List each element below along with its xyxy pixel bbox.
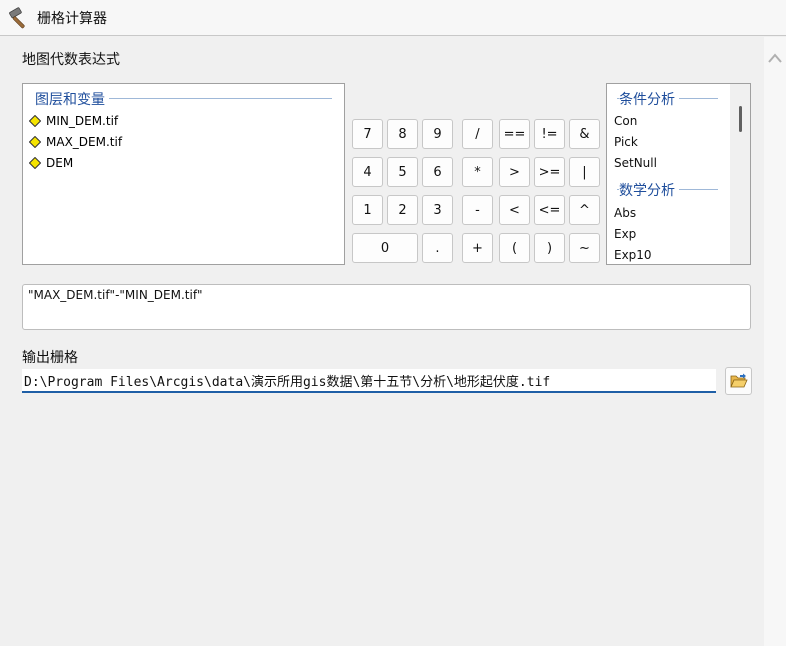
key-less[interactable]: <	[499, 195, 530, 225]
map-algebra-label: 地图代数表达式	[22, 52, 120, 68]
key-xor[interactable]: ^	[569, 195, 600, 225]
chevron-up-icon[interactable]	[767, 51, 783, 65]
key-and[interactable]: &	[569, 119, 600, 149]
layer-item-label: DEM	[46, 156, 74, 170]
math-group-title: 数学分析	[619, 180, 679, 200]
layers-group-title: 图层和变量	[35, 89, 109, 109]
key-minus[interactable]: -	[462, 195, 493, 225]
key-decimal[interactable]: .	[422, 233, 453, 263]
function-exp10[interactable]: Exp10	[614, 248, 652, 262]
key-4[interactable]: 4	[352, 157, 383, 187]
output-raster-input[interactable]	[22, 369, 716, 393]
title-bar: 栅格计算器	[0, 0, 786, 36]
key-multiply[interactable]: *	[462, 157, 493, 187]
layer-item-dem[interactable]: DEM	[29, 154, 73, 172]
key-not[interactable]: ~	[569, 233, 600, 263]
key-open-paren[interactable]: (	[499, 233, 530, 263]
raster-diamond-icon	[29, 157, 41, 169]
key-9[interactable]: 9	[422, 119, 453, 149]
key-5[interactable]: 5	[387, 157, 418, 187]
key-or[interactable]: |	[569, 157, 600, 187]
key-2[interactable]: 2	[387, 195, 418, 225]
raster-diamond-icon	[29, 136, 41, 148]
key-equal[interactable]: ==	[499, 119, 530, 149]
function-con[interactable]: Con	[614, 114, 637, 128]
key-greater-equal[interactable]: >=	[534, 157, 565, 187]
expression-textbox[interactable]: "MAX_DEM.tif"-"MIN_DEM.tif"	[22, 284, 751, 330]
folder-open-icon	[729, 373, 748, 388]
key-greater[interactable]: >	[499, 157, 530, 187]
key-6[interactable]: 6	[422, 157, 453, 187]
key-1[interactable]: 1	[352, 195, 383, 225]
layers-panel[interactable]: 图层和变量 MIN_DEM.tif MAX_DEM.tif DEM	[22, 83, 345, 265]
dialog-scrollbar[interactable]	[764, 37, 786, 646]
layer-item-label: MIN_DEM.tif	[46, 114, 119, 128]
output-raster-label: 输出栅格	[22, 350, 78, 366]
browse-button[interactable]	[725, 367, 752, 395]
key-plus[interactable]: +	[462, 233, 493, 263]
key-divide[interactable]: /	[462, 119, 493, 149]
key-not-equal[interactable]: !=	[534, 119, 565, 149]
scrollbar-thumb[interactable]	[739, 106, 742, 132]
dialog-content: 地图代数表达式 图层和变量 MIN_DEM.tif MAX_DEM.tif DE…	[2, 37, 764, 646]
function-pick[interactable]: Pick	[614, 135, 638, 149]
window-title: 栅格计算器	[37, 11, 107, 27]
key-less-equal[interactable]: <=	[534, 195, 565, 225]
layer-item-max-dem[interactable]: MAX_DEM.tif	[29, 133, 122, 151]
key-0[interactable]: 0	[352, 233, 418, 263]
raster-diamond-icon	[29, 115, 41, 127]
functions-scrollbar[interactable]	[730, 84, 750, 264]
key-8[interactable]: 8	[387, 119, 418, 149]
key-7[interactable]: 7	[352, 119, 383, 149]
layer-item-label: MAX_DEM.tif	[46, 135, 123, 149]
expression-text: "MAX_DEM.tif"-"MIN_DEM.tif"	[28, 288, 203, 302]
function-exp[interactable]: Exp	[614, 227, 636, 241]
function-setnull[interactable]: SetNull	[614, 156, 657, 170]
conditional-group-title: 条件分析	[619, 89, 679, 109]
key-close-paren[interactable]: )	[534, 233, 565, 263]
function-abs[interactable]: Abs	[614, 206, 636, 220]
layer-item-min-dem[interactable]: MIN_DEM.tif	[29, 112, 118, 130]
hammer-icon	[9, 7, 25, 29]
functions-panel[interactable]: 条件分析 Con Pick SetNull 数学分析 Abs Exp Exp10	[606, 83, 751, 265]
key-3[interactable]: 3	[422, 195, 453, 225]
